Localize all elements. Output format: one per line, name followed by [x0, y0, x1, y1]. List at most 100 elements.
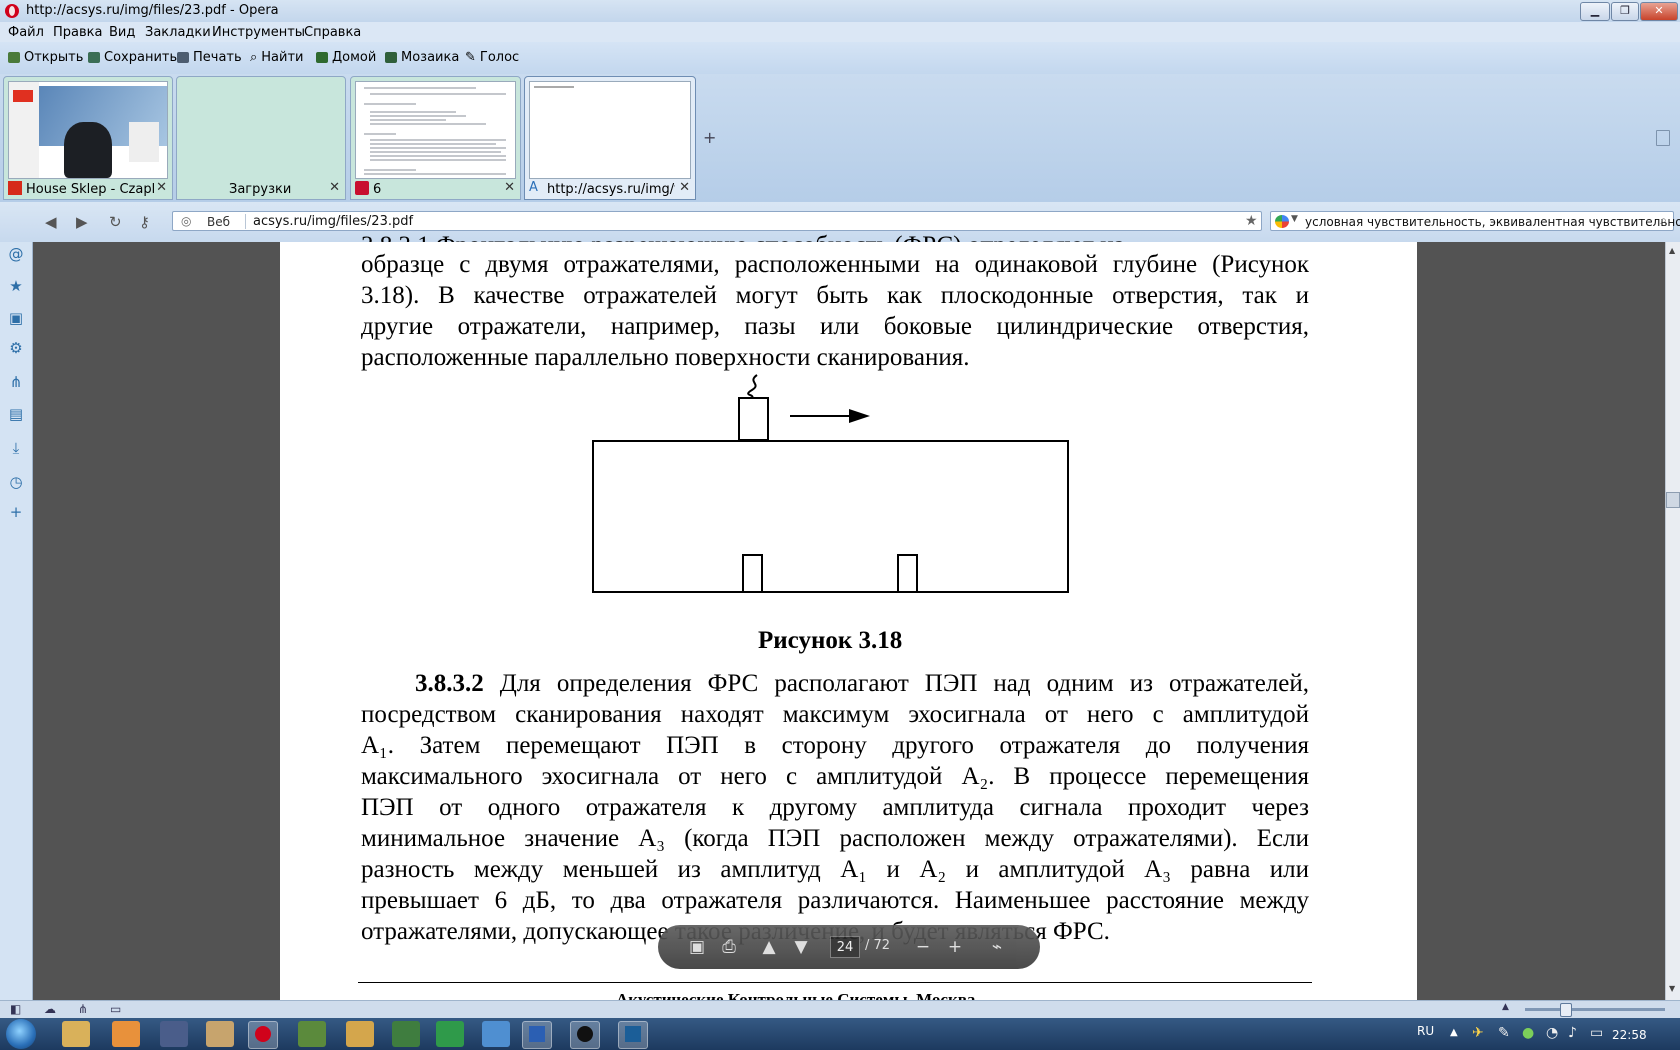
zoom-slider[interactable]: [1525, 1008, 1665, 1011]
volume-icon[interactable]: ♪: [1568, 1025, 1577, 1041]
close-window-button[interactable]: ✕: [1640, 2, 1678, 21]
tab-thumbnail: [181, 81, 341, 177]
media-taskbar-icon[interactable]: [112, 1021, 140, 1047]
search-field[interactable]: ▼ условная чувствительность, эквивалентн…: [1270, 211, 1680, 231]
menu-file[interactable]: Файл: [8, 25, 44, 40]
page-number-input[interactable]: 24: [830, 936, 860, 958]
tray-app-icon[interactable]: ✈: [1472, 1025, 1484, 1041]
explorer-taskbar-icon[interactable]: [62, 1021, 90, 1047]
menu-view[interactable]: Вид: [109, 25, 135, 40]
tray-pen-icon[interactable]: ✎: [1498, 1025, 1510, 1041]
menu-bookmarks[interactable]: Закладки: [145, 25, 211, 40]
status-bar: ◧ ☁ ⋔ ▭ ▲: [0, 1000, 1680, 1019]
window-title: http://acsys.ru/img/files/23.pdf - Opera: [26, 3, 279, 18]
page-total: / 72: [865, 938, 891, 953]
ie-taskbar-icon[interactable]: [482, 1021, 510, 1047]
scrollbar-thumb[interactable]: [1666, 492, 1680, 508]
chevron-down-icon[interactable]: ▼: [1291, 214, 1298, 224]
opera-taskbar-icon[interactable]: [248, 1021, 278, 1049]
tab-house-sklep[interactable]: House Sklep - Czapka ... ✕: [3, 76, 173, 200]
google-icon: [1275, 215, 1289, 228]
maximize-button[interactable]: ❐: [1611, 2, 1639, 21]
tab-6[interactable]: 6 ✕: [350, 76, 521, 200]
pdf-toolbar: ▣ ⎙ ▲ ▼ 24 / 72 − + ⌁: [658, 925, 1040, 969]
menu-tools[interactable]: Инструменты: [212, 25, 305, 40]
forward-button[interactable]: ▶: [76, 213, 88, 231]
transducer-probe: [738, 397, 769, 441]
notes-icon[interactable]: ▤: [8, 406, 24, 422]
tray-expand-icon[interactable]: ▲: [1450, 1027, 1458, 1038]
vertical-scrollbar[interactable]: ▲ ▼: [1665, 242, 1680, 1000]
turbo-cloud-icon[interactable]: ☁: [44, 1002, 56, 1016]
search-query: условная чувствительность, эквивалентная…: [1305, 215, 1680, 229]
pdf-save-icon[interactable]: ▣: [686, 936, 708, 958]
voice-button[interactable]: ✎ Голос: [465, 50, 519, 65]
zoom-in-icon[interactable]: +: [944, 936, 966, 958]
page-footer: Акустические Контрольные Системы, Москва: [616, 990, 976, 1000]
tab-acsys-pdf[interactable]: A http://acsys.ru/img/fil... ✕: [524, 76, 696, 200]
gear-icon[interactable]: ⚙: [8, 340, 24, 356]
tools-taskbar-icon[interactable]: [346, 1021, 374, 1047]
zoom-menu-icon[interactable]: ▲: [1502, 1002, 1509, 1012]
save-button[interactable]: Сохранить: [88, 50, 177, 65]
notification-icon[interactable]: ▭: [110, 1002, 121, 1016]
photoshop-taskbar-icon[interactable]: [618, 1021, 648, 1049]
tab-downloads[interactable]: Загрузки ✕: [176, 76, 346, 200]
menu-help[interactable]: Справка: [304, 25, 361, 40]
scroll-down-icon[interactable]: ▼: [1669, 984, 1675, 993]
network-taskbar-icon[interactable]: [206, 1021, 234, 1047]
unite-status-icon[interactable]: ⋔: [78, 1002, 88, 1016]
scroll-up-icon[interactable]: ▲: [1669, 246, 1675, 255]
panel-toggle-icon[interactable]: ◧: [10, 1002, 21, 1016]
tab-label: House Sklep - Czapka ...: [26, 182, 154, 197]
text-line: расположенные параллельно поверхности ск…: [361, 344, 970, 371]
widgets-icon[interactable]: ▣: [8, 310, 24, 326]
app-taskbar-icon[interactable]: [298, 1021, 326, 1047]
word-taskbar-icon[interactable]: [522, 1021, 552, 1049]
text-line: 3.8.3.2 Для определения ФРС располагают …: [415, 670, 1309, 697]
mail-icon[interactable]: @: [8, 246, 24, 262]
tray-network-icon[interactable]: ◔: [1546, 1025, 1558, 1041]
paragraph-3-8-3-2: 3.8.3.2 Для определения ФРС располагают …: [361, 668, 1309, 947]
skype-taskbar-icon[interactable]: [570, 1021, 600, 1049]
new-tab-button[interactable]: +: [703, 128, 716, 147]
tab-close-icon[interactable]: ✕: [679, 180, 690, 195]
tab-label: 6: [373, 182, 382, 197]
page-down-icon[interactable]: ▼: [790, 936, 812, 958]
bookmarks-star-icon[interactable]: ★: [8, 278, 24, 294]
print-button[interactable]: Печать: [177, 50, 242, 65]
page-up-icon[interactable]: ▲: [758, 936, 780, 958]
start-button-icon[interactable]: [6, 1019, 36, 1049]
back-button[interactable]: ◀: [45, 213, 57, 231]
minimize-button[interactable]: ▁: [1580, 2, 1610, 21]
home-button[interactable]: Домой: [316, 50, 376, 65]
tab-close-icon[interactable]: ✕: [329, 180, 340, 195]
tab-close-icon[interactable]: ✕: [156, 180, 167, 195]
history-icon[interactable]: ◷: [8, 474, 24, 490]
bookmark-star-icon[interactable]: ★: [1245, 213, 1258, 229]
download-taskbar-icon[interactable]: [436, 1021, 464, 1047]
mosaic-button[interactable]: Мозаика: [385, 50, 459, 65]
unite-icon[interactable]: ⋔: [8, 374, 24, 390]
language-indicator[interactable]: RU: [1417, 1024, 1434, 1038]
downloads-icon[interactable]: ⤓: [8, 440, 24, 456]
excel-taskbar-icon[interactable]: [392, 1021, 420, 1047]
zoom-out-icon[interactable]: −: [912, 936, 934, 958]
text-line: посредством сканирования находят максиму…: [361, 701, 1309, 728]
tray-antivirus-icon[interactable]: ●: [1522, 1025, 1534, 1041]
find-button[interactable]: ⌕ Найти: [250, 50, 304, 65]
open-button[interactable]: Открыть: [8, 50, 83, 65]
pdf-print-icon[interactable]: ⎙: [718, 936, 740, 958]
acrobat-icon[interactable]: ⌁: [986, 936, 1008, 958]
search-icon[interactable]: ⌕: [1660, 213, 1667, 228]
save-taskbar-icon[interactable]: [160, 1021, 188, 1047]
trash-icon[interactable]: [1656, 130, 1670, 146]
zoom-slider-knob[interactable]: [1560, 1003, 1572, 1017]
tab-close-icon[interactable]: ✕: [504, 180, 515, 195]
tray-display-icon[interactable]: ▭: [1590, 1025, 1603, 1041]
address-field[interactable]: ◎ Веб acsys.ru/img/files/23.pdf: [172, 211, 1262, 231]
add-panel-icon[interactable]: +: [8, 504, 24, 520]
reload-button[interactable]: ↻: [109, 213, 122, 231]
menu-edit[interactable]: Правка: [53, 25, 102, 40]
key-icon[interactable]: ⚷: [139, 213, 150, 231]
